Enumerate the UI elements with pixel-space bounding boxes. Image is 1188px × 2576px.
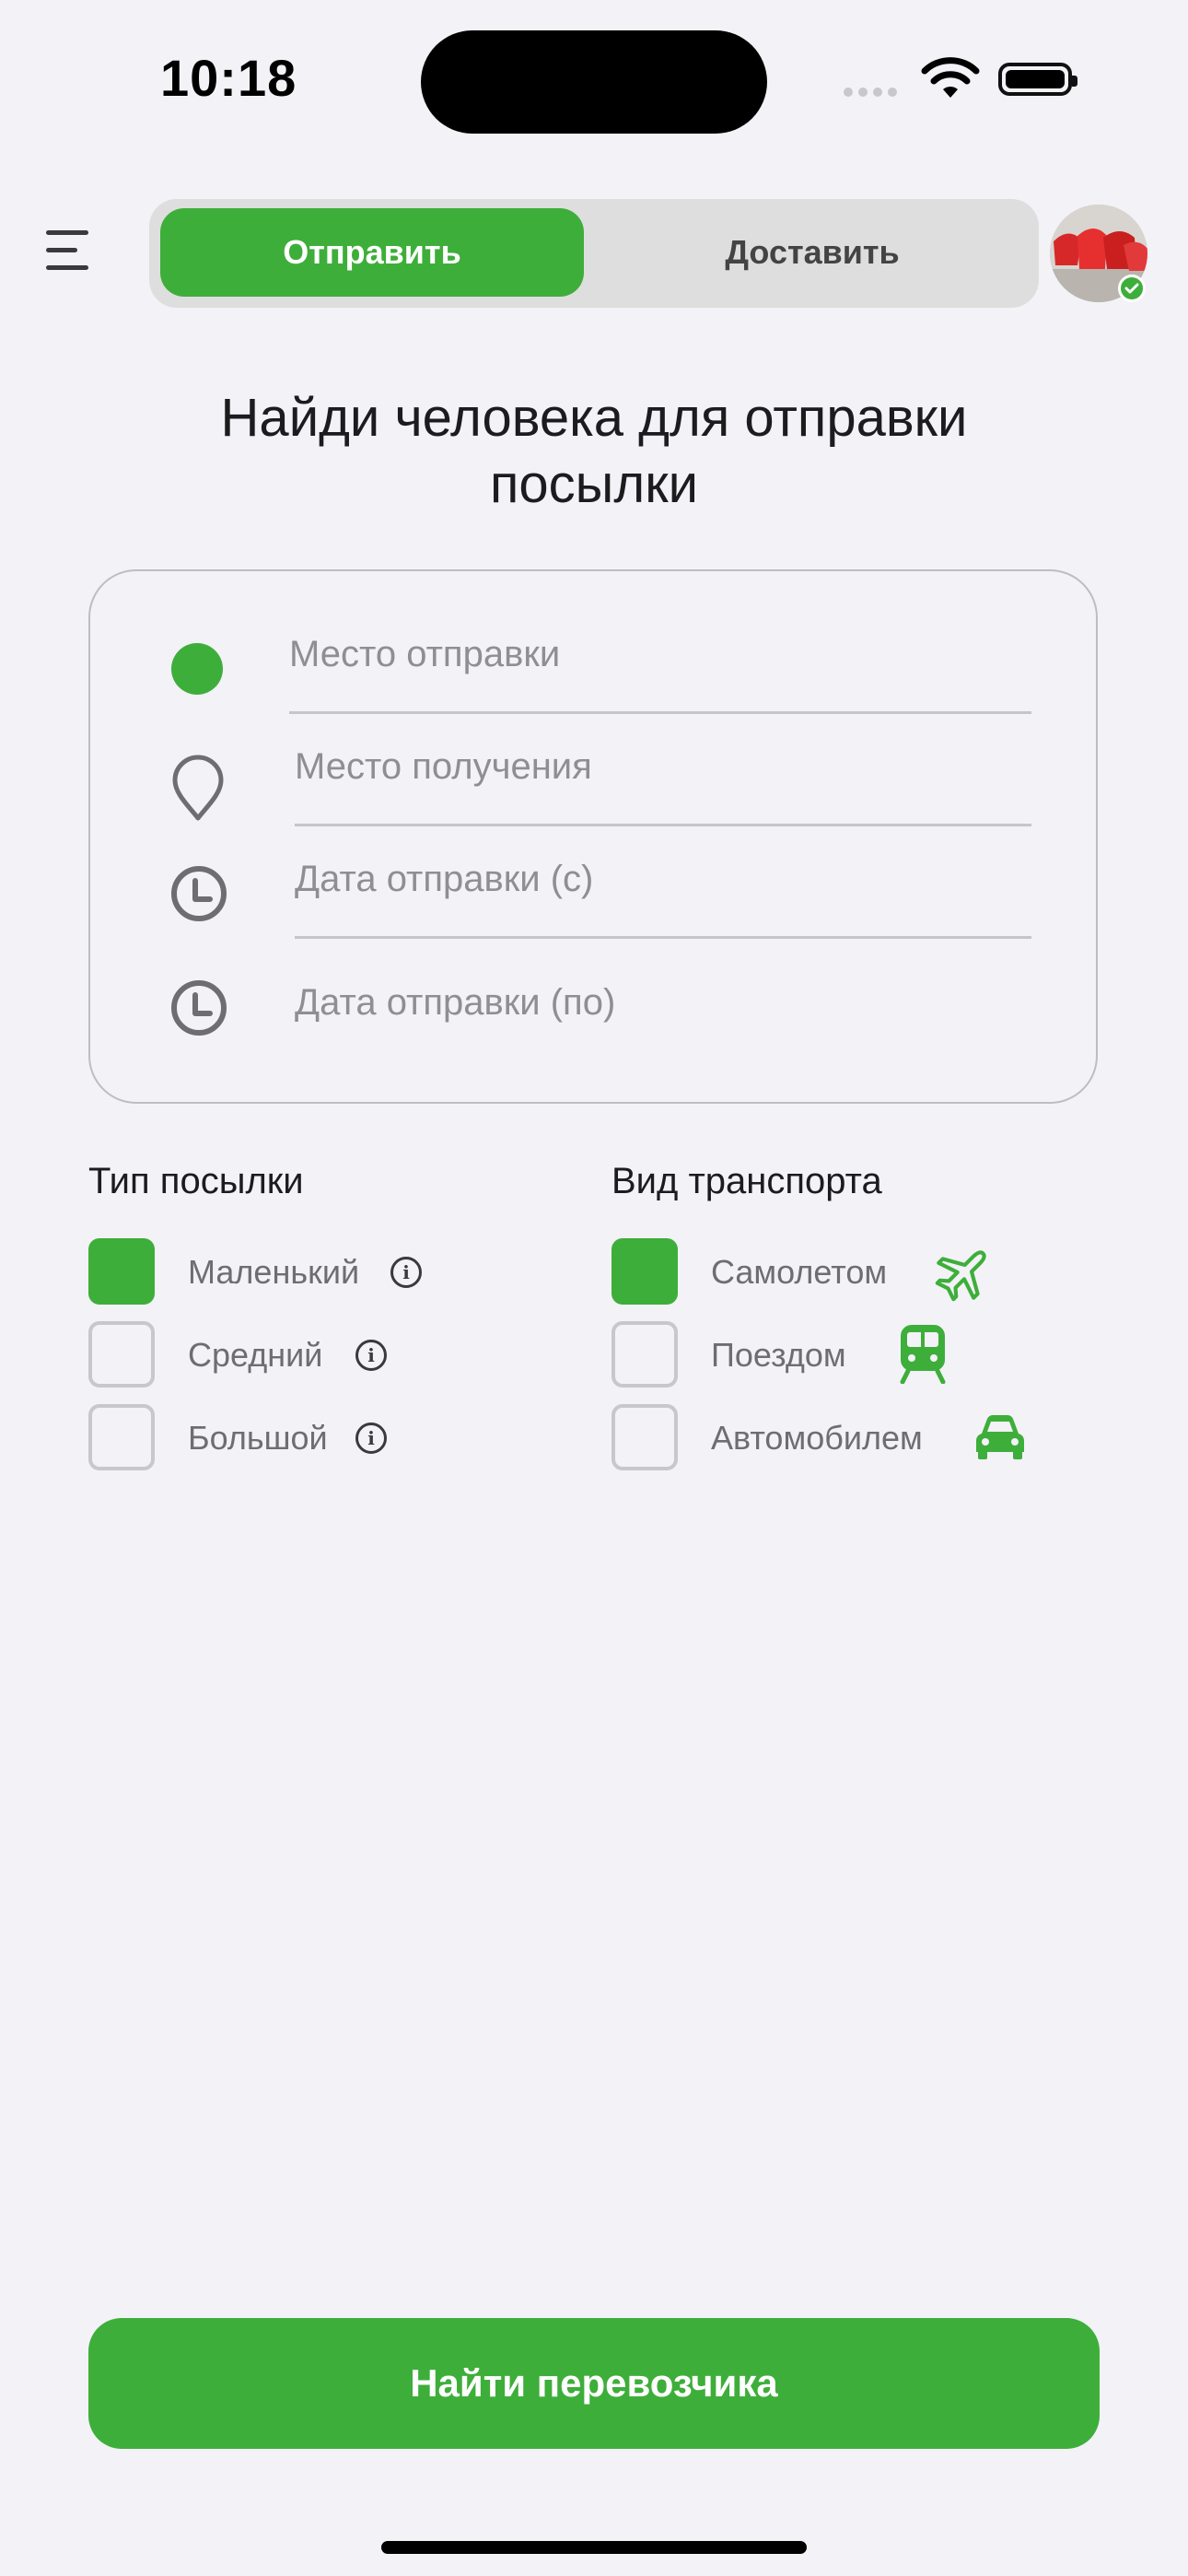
location-pin-icon (172, 755, 224, 821)
status-time: 10:18 (160, 49, 297, 107)
airplane-icon (935, 1250, 986, 1302)
date-to-field[interactable]: Дата отправки (по) (295, 982, 1031, 1024)
divider (295, 936, 1031, 939)
date-from-field[interactable]: Дата отправки (с) (295, 859, 1031, 900)
info-icon[interactable]: i (355, 1340, 387, 1371)
option-car-label: Автомобилем (711, 1419, 923, 1457)
clock-icon (171, 980, 227, 1036)
parcel-type-title: Тип посылки (88, 1161, 304, 1201)
tab-deliver[interactable]: Доставить (600, 208, 1024, 297)
option-large-label: Большой (188, 1419, 328, 1457)
checkbox-large[interactable] (88, 1404, 155, 1470)
battery-icon (998, 63, 1077, 96)
find-carrier-button[interactable]: Найти перевозчика (88, 2318, 1100, 2449)
clock-icon (171, 866, 227, 921)
info-icon[interactable]: i (390, 1257, 422, 1288)
route-form-card: Место отправки Место получения Дата отпр… (88, 569, 1098, 1104)
checkbox-train[interactable] (611, 1321, 678, 1388)
mode-segmented-control: Отправить Доставить (149, 199, 1039, 308)
page-title: Найди человека для отправки посылки (220, 388, 968, 514)
car-icon (976, 1415, 1024, 1459)
checkbox-plane[interactable] (611, 1238, 678, 1305)
origin-field[interactable]: Место отправки (289, 634, 1026, 675)
train-icon (900, 1325, 946, 1384)
option-plane-label: Самолетом (711, 1253, 888, 1291)
option-medium-label: Средний (188, 1336, 323, 1374)
option-small-label: Маленький (188, 1253, 360, 1291)
menu-button[interactable] (46, 230, 92, 271)
divider (289, 711, 1031, 714)
destination-field[interactable]: Место получения (295, 746, 1031, 788)
checkbox-car[interactable] (611, 1404, 678, 1470)
home-indicator (381, 2541, 807, 2554)
divider (295, 824, 1031, 826)
transport-type-title: Вид транспорта (611, 1161, 882, 1201)
option-train-label: Поездом (711, 1336, 846, 1374)
verified-badge-icon (1118, 275, 1146, 302)
origin-dot-icon (171, 643, 223, 695)
info-icon[interactable]: i (355, 1423, 387, 1454)
checkbox-small[interactable] (88, 1238, 155, 1305)
tab-send[interactable]: Отправить (160, 208, 584, 297)
wifi-icon (921, 57, 980, 98)
cellular-signal-icon (844, 85, 903, 101)
dynamic-island (421, 30, 767, 134)
checkbox-medium[interactable] (88, 1321, 155, 1388)
